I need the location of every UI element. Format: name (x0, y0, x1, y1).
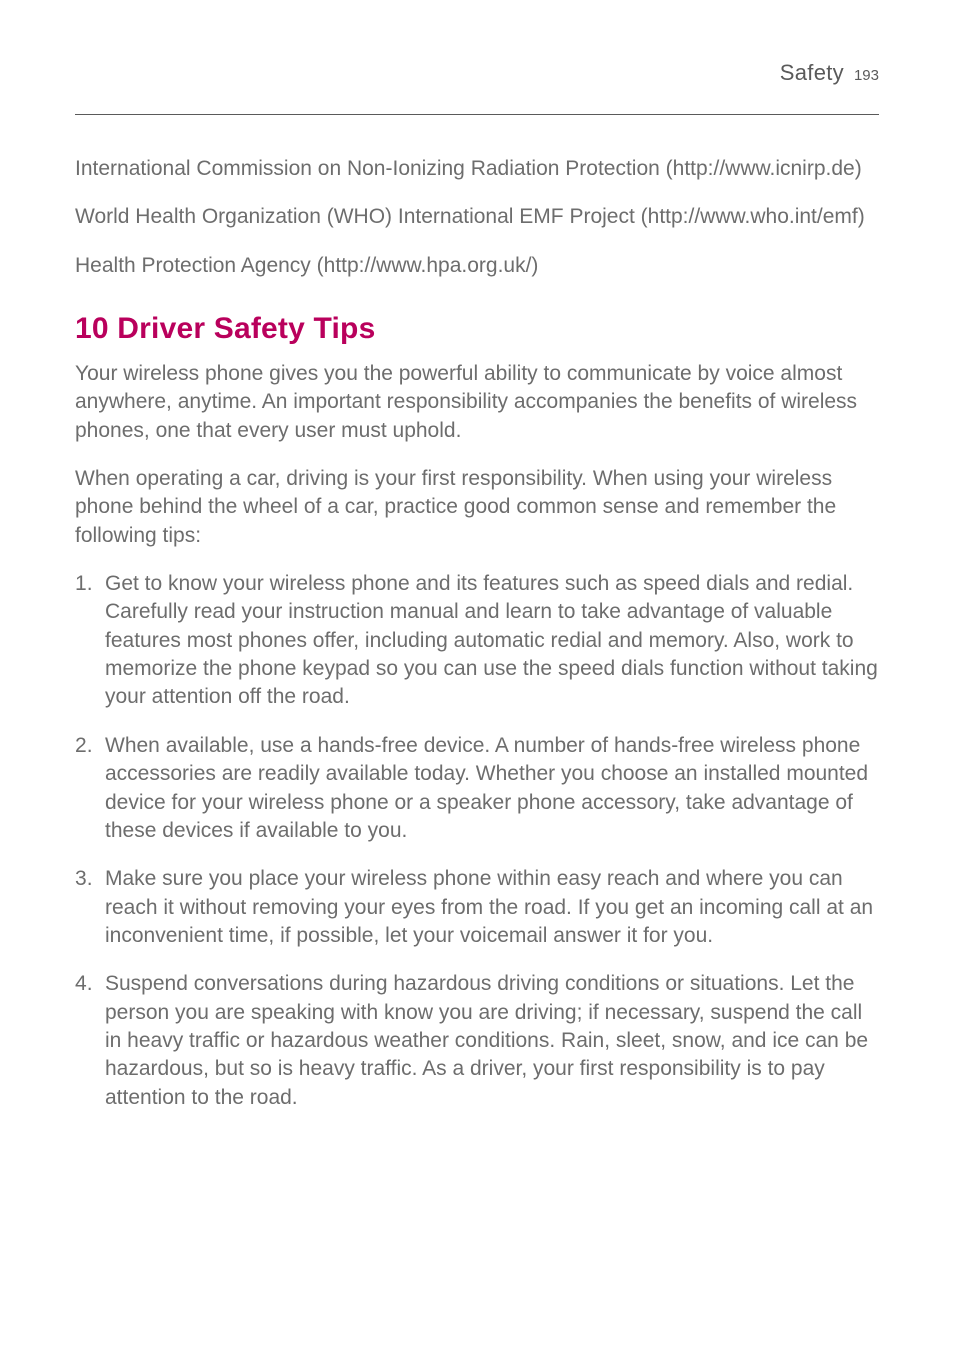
section-lead-paragraph: When operating a car, driving is your fi… (75, 465, 879, 550)
header-right-group: Safety 193 (780, 60, 879, 86)
list-item: Get to know your wireless phone and its … (75, 570, 879, 712)
header-divider (75, 114, 879, 115)
intro-paragraph: Health Protection Agency (http://www.hpa… (75, 252, 879, 280)
page-number: 193 (854, 67, 879, 84)
page-header: Safety 193 (75, 60, 879, 110)
intro-paragraph: World Health Organization (WHO) Internat… (75, 203, 879, 231)
header-section-title: Safety (780, 60, 844, 86)
intro-paragraph: International Commission on Non-Ionizing… (75, 155, 879, 183)
section-title: 10 Driver Safety Tips (75, 312, 879, 346)
page-container: Safety 193 International Commission on N… (0, 0, 954, 1372)
list-item: When available, use a hands-free device.… (75, 732, 879, 845)
tips-list: Get to know your wireless phone and its … (75, 570, 879, 1112)
list-item: Suspend conversations during hazardous d… (75, 970, 879, 1112)
list-item: Make sure you place your wireless phone … (75, 865, 879, 950)
section-lead-paragraph: Your wireless phone gives you the powerf… (75, 360, 879, 445)
